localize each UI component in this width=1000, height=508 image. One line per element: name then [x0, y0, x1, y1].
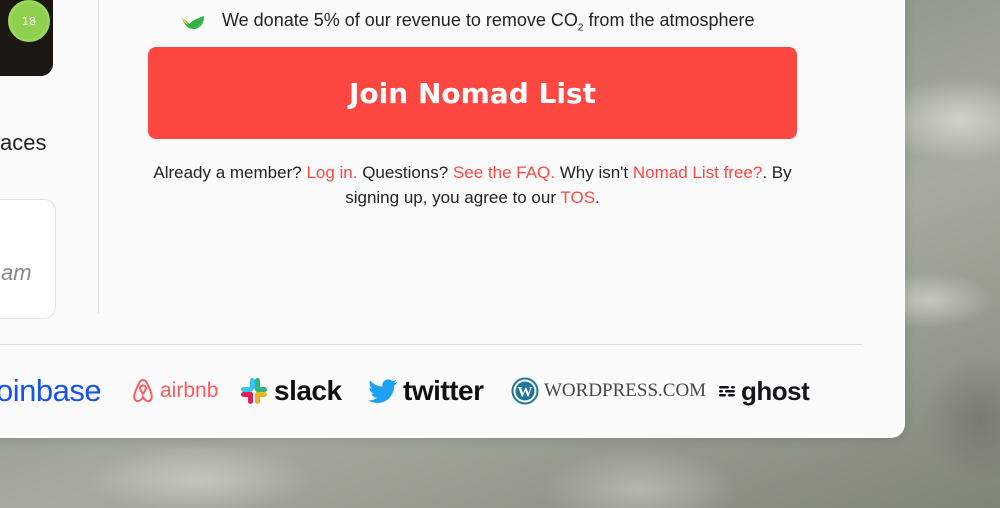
member-info: Already a member? Log in. Questions? See…: [153, 163, 792, 207]
avatar-badge: 18: [22, 14, 36, 28]
vertical-divider: [98, 0, 99, 313]
horizontal-divider: [0, 344, 862, 345]
ghost-logo: ghost: [718, 368, 810, 414]
partner-logos: oinbase airbnb slack twitter W WORDPRESS…: [0, 368, 820, 414]
avatar: 18: [8, 0, 50, 42]
svg-text:W: W: [518, 385, 533, 401]
donate-notice: We donate 5% of our revenue to remove CO…: [180, 9, 755, 35]
wordpress-logo: W WORDPRESS.COM: [511, 368, 706, 414]
slack-icon: [241, 378, 267, 404]
leaf-icon: [182, 16, 204, 30]
airbnb-logo: airbnb: [131, 368, 218, 414]
card-inner: 18 aces am We donate 5% of our revenue t…: [0, 0, 905, 438]
login-link[interactable]: Log in.: [306, 163, 357, 182]
why-free-link[interactable]: Nomad List free?: [633, 163, 762, 182]
twitter-logo: twitter: [369, 368, 484, 414]
slack-logo: slack: [240, 368, 342, 414]
sidebar-partial-text: aces: [0, 130, 47, 155]
donate-text: We donate 5% of our revenue to remove CO…: [222, 10, 755, 34]
coinbase-logo: oinbase: [0, 373, 102, 408]
sidebar-partial-card[interactable]: am: [0, 199, 56, 319]
join-button[interactable]: Join Nomad List: [148, 47, 797, 139]
airbnb-icon: [133, 378, 153, 403]
sidebar-partial-card-text: am: [1, 260, 32, 285]
signup-card: 18 aces am We donate 5% of our revenue t…: [0, 0, 905, 438]
tos-link[interactable]: TOS: [560, 188, 595, 207]
ghost-icon: [719, 386, 735, 397]
faq-link[interactable]: See the FAQ.: [453, 163, 555, 182]
wordpress-icon: W: [511, 377, 539, 405]
avatar-tile[interactable]: 18: [0, 0, 53, 76]
twitter-bird-icon: [369, 379, 397, 403]
